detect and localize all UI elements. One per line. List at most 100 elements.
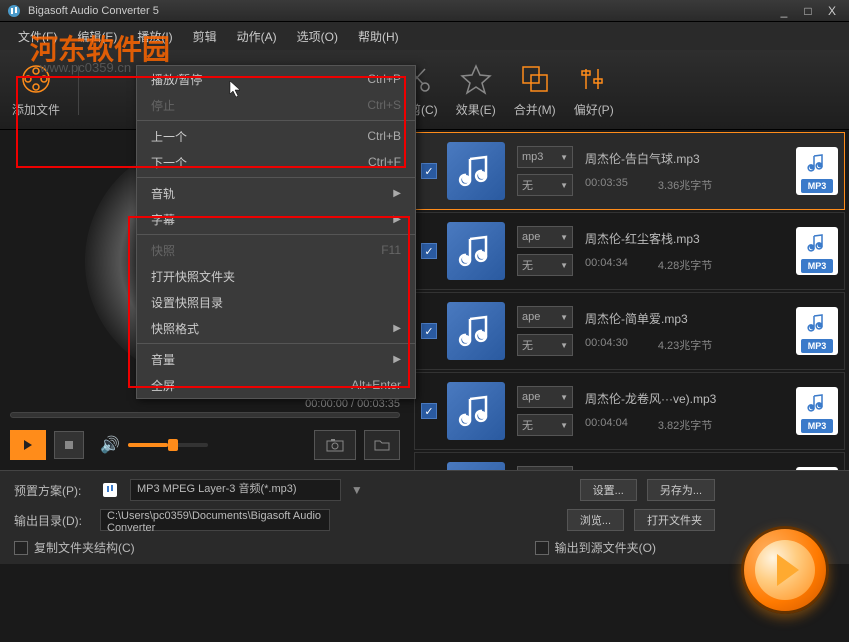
menubar: 文件(F)编辑(E)播放(I)剪辑动作(A)选项(O)帮助(H) — [0, 22, 849, 50]
file-name: 周杰伦-红尘客栈.mp3 — [585, 230, 786, 247]
snapshot-folder-button[interactable] — [364, 430, 400, 460]
menu-option[interactable]: 音轨▶ — [137, 180, 415, 206]
tool-label: 添加文件 — [12, 101, 60, 118]
file-checkbox[interactable]: ✓ — [421, 403, 437, 419]
menu-option: 快照F11 — [137, 237, 415, 263]
file-row[interactable]: ✓ ape▼ 无▼ 周杰伦-红尘客栈.mp3 00:04:34 4.28兆字节 MP3 — [414, 212, 845, 290]
open-folder-button[interactable]: 打开文件夹 — [634, 509, 715, 531]
tools-icon — [576, 61, 612, 97]
file-checkbox[interactable]: ✓ — [421, 163, 437, 179]
file-list: ✓mp3▼无▼周杰伦-告白气球.mp300:03:353.36兆字节MP3✓ap… — [410, 130, 849, 470]
file-thumbnail — [447, 222, 505, 280]
sub-select[interactable]: 无▼ — [517, 334, 573, 356]
format-select[interactable]: ape▼ — [517, 226, 573, 248]
menu-6[interactable]: 帮助(H) — [348, 24, 409, 49]
tool-label: 偏好(P) — [574, 101, 614, 118]
output-format-icon: MP3 — [796, 227, 838, 275]
mp3-icon — [100, 480, 120, 500]
file-checkbox[interactable]: ✓ — [421, 323, 437, 339]
maximize-button[interactable]: □ — [797, 3, 819, 19]
format-select[interactable]: mp3▼ — [517, 466, 573, 470]
output-path-input[interactable]: C:\Users\pc0359\Documents\Bigasoft Audio… — [100, 509, 330, 531]
menu-option[interactable]: 播放/暂停Ctrl+P — [137, 66, 415, 92]
menu-2[interactable]: 播放(I) — [127, 24, 182, 49]
tool-merge[interactable]: 合并(M) — [514, 61, 556, 118]
snapshot-button[interactable] — [314, 430, 356, 460]
app-icon — [6, 3, 22, 19]
menu-separator — [137, 120, 415, 121]
menu-option[interactable]: 全屏Alt+Enter — [137, 372, 415, 398]
menu-3[interactable]: 剪辑 — [183, 24, 227, 49]
format-select[interactable]: mp3▼ — [517, 146, 573, 168]
sub-select[interactable]: 无▼ — [517, 414, 573, 436]
file-size: 4.28兆字节 — [658, 257, 712, 273]
copy-structure-checkbox[interactable]: 复制文件夹结构(C) — [14, 539, 135, 556]
file-thumbnail — [447, 462, 505, 470]
sub-select[interactable]: 无▼ — [517, 254, 573, 276]
menu-option[interactable]: 打开快照文件夹 — [137, 263, 415, 289]
stop-button[interactable] — [54, 431, 84, 459]
file-name: 周杰伦-简单爱.mp3 — [585, 310, 786, 327]
menu-1[interactable]: 编辑(E) — [67, 24, 127, 49]
file-row[interactable]: ✓mp3▼无▼周杰伦-告白气球.mp300:03:353.36兆字节MP3 — [414, 132, 845, 210]
format-select[interactable]: ape▼ — [517, 386, 573, 408]
file-size: 4.23兆字节 — [658, 337, 712, 353]
output-format-icon: MP3 — [796, 387, 838, 435]
menu-5[interactable]: 选项(O) — [287, 24, 348, 49]
volume-slider[interactable] — [128, 443, 208, 447]
menu-option[interactable]: 上一个Ctrl+B — [137, 123, 415, 149]
file-row[interactable]: ✓ape▼无▼周杰伦-简单爱.mp300:04:304.23兆字节MP3 — [414, 292, 845, 370]
output-to-source-checkbox[interactable]: 输出到源文件夹(O) — [535, 539, 656, 556]
merge-icon — [517, 61, 553, 97]
menu-separator — [137, 177, 415, 178]
file-size: 3.36兆字节 — [658, 177, 712, 193]
file-duration: 00:04:34 — [585, 257, 628, 273]
titlebar: Bigasoft Audio Converter 5 _ □ X — [0, 0, 849, 22]
menu-4[interactable]: 动作(A) — [227, 24, 287, 49]
file-duration: 00:04:04 — [585, 417, 628, 433]
menu-separator — [137, 343, 415, 344]
output-label: 输出目录(D): — [14, 512, 90, 529]
menu-option[interactable]: 字幕▶ — [137, 206, 415, 232]
file-row[interactable]: ✓ ape▼ 无▼ 周杰伦-龙卷风···ve).mp3 00:04:04 3.82兆字节 M… — [414, 372, 845, 450]
file-name: 周杰伦-龙卷风···ve).mp3 — [585, 390, 786, 407]
tool-preferences[interactable]: 偏好(P) — [574, 61, 614, 118]
output-format-icon: MP3 — [796, 467, 838, 470]
tool-add-files[interactable]: 添加文件 — [12, 61, 60, 118]
file-size: 3.82兆字节 — [658, 417, 712, 433]
settings-button[interactable]: 设置... — [580, 479, 637, 501]
file-thumbnail — [447, 382, 505, 440]
output-format-icon: MP3 — [796, 307, 838, 355]
separator — [78, 65, 79, 115]
minimize-button[interactable]: _ — [773, 3, 795, 19]
preset-label: 预置方案(P): — [14, 482, 90, 499]
checkbox-icon — [14, 541, 28, 555]
preset-select[interactable]: MP3 MPEG Layer-3 音频(*.mp3) — [130, 479, 341, 501]
file-duration: 00:03:35 — [585, 177, 628, 193]
toolbar: 添加文件 裁剪(C) 效果(E) 合并(M) 偏好(P) — [0, 50, 849, 130]
menu-option[interactable]: 下一个Ctrl+F — [137, 149, 415, 175]
checkbox-icon — [535, 541, 549, 555]
browse-button[interactable]: 浏览... — [567, 509, 624, 531]
play-button[interactable] — [10, 430, 46, 460]
file-name: 周杰伦-龙卷风···ve).mp3 — [585, 470, 786, 471]
menu-option[interactable]: 音量▶ — [137, 346, 415, 372]
menu-0[interactable]: 文件(F) — [8, 24, 67, 49]
menu-option[interactable]: 快照格式▶ — [137, 315, 415, 341]
file-thumbnail — [447, 142, 505, 200]
menu-separator — [137, 234, 415, 235]
output-format-icon: MP3 — [796, 147, 838, 195]
seek-bar[interactable] — [10, 412, 400, 418]
format-select[interactable]: ape▼ — [517, 306, 573, 328]
tool-effect[interactable]: 效果(E) — [456, 61, 496, 118]
close-button[interactable]: X — [821, 3, 843, 19]
preset-arrow[interactable]: ▼ — [351, 483, 363, 497]
sub-select[interactable]: 无▼ — [517, 174, 573, 196]
play-menu-dropdown: 播放/暂停Ctrl+P停止Ctrl+S上一个Ctrl+B下一个Ctrl+F音轨▶… — [136, 65, 416, 399]
save-as-button[interactable]: 另存为... — [647, 479, 715, 501]
file-row[interactable]: ✓mp3▼无▼周杰伦-龙卷风···ve).mp300:04:043.82兆字节M… — [414, 452, 845, 470]
app-title: Bigasoft Audio Converter 5 — [28, 5, 773, 17]
convert-button[interactable] — [741, 526, 829, 614]
file-checkbox[interactable]: ✓ — [421, 243, 437, 259]
menu-option[interactable]: 设置快照目录 — [137, 289, 415, 315]
